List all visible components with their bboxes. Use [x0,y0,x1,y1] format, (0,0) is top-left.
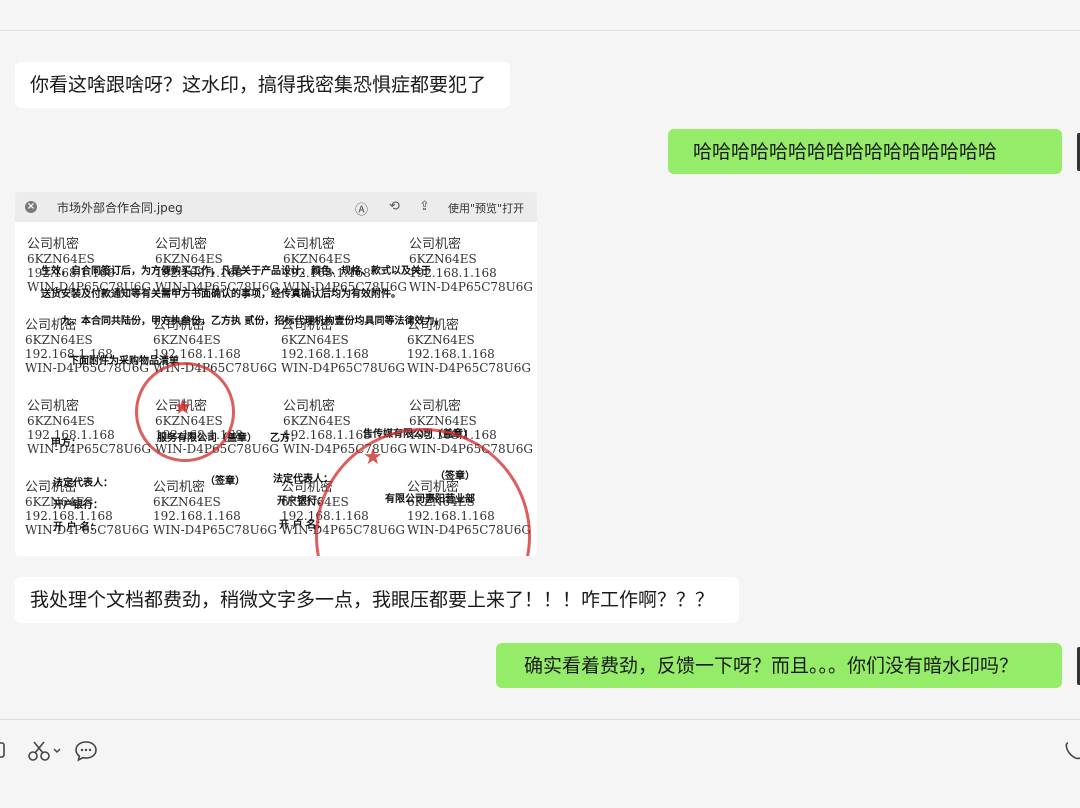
contract-text: 法定代表人： [53,478,113,489]
contract-text: （签章） [205,476,245,487]
scissors-icon[interactable] [28,740,64,768]
open-in-preview-button[interactable]: 使用"预览"打开 [448,200,524,216]
close-icon[interactable]: × [25,201,37,213]
chat-icon[interactable] [74,740,98,768]
message-bubble-incoming[interactable]: 你看这啥跟啥呀？这水印，搞得我密集恐惧症都要犯了 [15,62,510,108]
company-seal-stamp: ★ [135,362,235,462]
message-bubble-outgoing[interactable]: 确实看着费劲，反馈一下呀？而且。。。你们没有暗水印吗？ [496,643,1062,688]
folder-icon[interactable] [0,740,8,766]
file-preview-header: × 市场外部合作合同.jpeg Ⓐ ⟲ ⇪ 使用"预览"打开 [15,192,537,222]
contract-text: 甲方： [51,438,81,449]
share-icon[interactable]: ⇪ [419,199,430,214]
contract-text: 下面附件为采购物品清单 [69,356,179,367]
contract-text: 乙方： [270,433,300,444]
contract-text: 法定代表人： [273,474,333,485]
header-divider [0,30,1080,31]
message-bubble-incoming[interactable]: 我处理个文档都费劲，稍微文字多一点，我眼压都要上来了！！！咋工作啊？？？ [15,577,739,623]
file-name: 市场外部合作合同.jpeg [57,201,183,215]
contract-text: 生效，自合同签订后，为方便购买工作，凡是关于产品设计、颜色、规格、款式以及关于 [41,266,431,277]
watermark-block: 公司机密 6KZN64ES 192.168.1.168 WIN-D4P65C78U6G [407,318,532,376]
phone-icon[interactable] [1064,740,1080,768]
contract-text: 九、本合同共陆份，甲方执叁份，乙方执 贰份，招标代理机构壹份均具同等法律效力。 [61,316,445,327]
message-text: 确实看着费劲，反馈一下呀？而且。。。你们没有暗水印吗？ [524,655,1019,677]
file-preview-card[interactable]: × 市场外部合作合同.jpeg Ⓐ ⟲ ⇪ 使用"预览"打开 公司机密 6KZN6… [15,192,537,556]
input-divider [0,719,1080,720]
watermark-block: 公司机密 6KZN64ES 192.168.1.168 WIN-D4P65C78U6G [153,480,278,538]
rotate-icon[interactable]: ⟲ [389,199,400,214]
contract-text: 开 户 名： [53,522,100,533]
message-text: 哈哈哈哈哈哈哈哈哈哈哈哈哈哈哈哈 [693,141,998,163]
markup-icon[interactable]: Ⓐ [355,199,368,218]
message-bubble-outgoing[interactable]: 哈哈哈哈哈哈哈哈哈哈哈哈哈哈哈哈 [668,129,1062,174]
message-text: 你看这啥跟啥呀？这水印，搞得我密集恐惧症都要犯了 [30,74,487,96]
contract-text: 开户银行： [53,500,103,511]
message-text: 我处理个文档都费劲，稍微文字多一点，我眼压都要上来了！！！咋工作啊？？？ [30,589,715,611]
watermark-block: 公司机密 6KZN64ES 192.168.1.168 WIN-D4P65C78U6G [27,399,152,457]
document-image: 公司机密 6KZN64ES 192.168.1.168 WIN-D4P65C78U6G… [15,222,537,556]
contract-text: 送货安装及付款通知等有关需甲方书面确认的事项，经传真确认后均为有效附件。 [41,289,401,300]
chat-window: 你看这啥跟啥呀？这水印，搞得我密集恐惧症都要犯了 哈哈哈哈哈哈哈哈哈哈哈哈哈哈哈… [0,0,1080,808]
watermark-block: 公司机密 6KZN64ES 192.168.1.168 WIN-D4P65C78U6G [281,318,406,376]
